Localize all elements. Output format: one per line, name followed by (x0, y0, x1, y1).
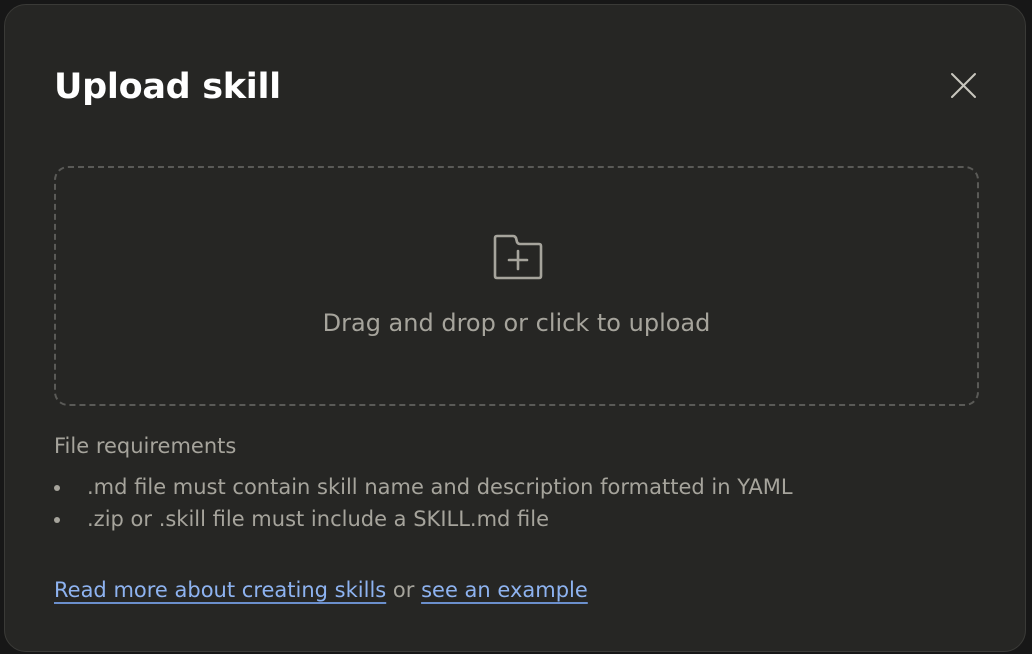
folder-plus-icon (493, 234, 543, 280)
dialog-title: Upload skill (54, 67, 281, 107)
dropzone-label: Drag and drop or click to upload (322, 309, 711, 337)
requirement-item: .md file must contain skill name and des… (54, 471, 793, 503)
requirement-text: .zip or .skill file must include a SKILL… (87, 507, 550, 531)
see-example-link[interactable]: see an example (421, 578, 588, 602)
requirements-heading: File requirements (54, 434, 237, 458)
close-icon (951, 73, 976, 98)
upload-skill-dialog: Upload skill Drag and drop or click to u… (4, 4, 1026, 652)
help-links: Read more about creating skills or see a… (54, 575, 588, 605)
read-more-link[interactable]: Read more about creating skills (54, 578, 386, 602)
bullet-icon (54, 485, 60, 491)
requirements-list: .md file must contain skill name and des… (54, 471, 793, 535)
upload-dropzone[interactable]: Drag and drop or click to upload (54, 166, 979, 406)
requirement-item: .zip or .skill file must include a SKILL… (54, 503, 793, 535)
requirement-text: .md file must contain skill name and des… (87, 475, 793, 499)
close-button[interactable] (941, 65, 985, 109)
bullet-icon (54, 517, 60, 523)
links-separator: or (392, 578, 415, 602)
